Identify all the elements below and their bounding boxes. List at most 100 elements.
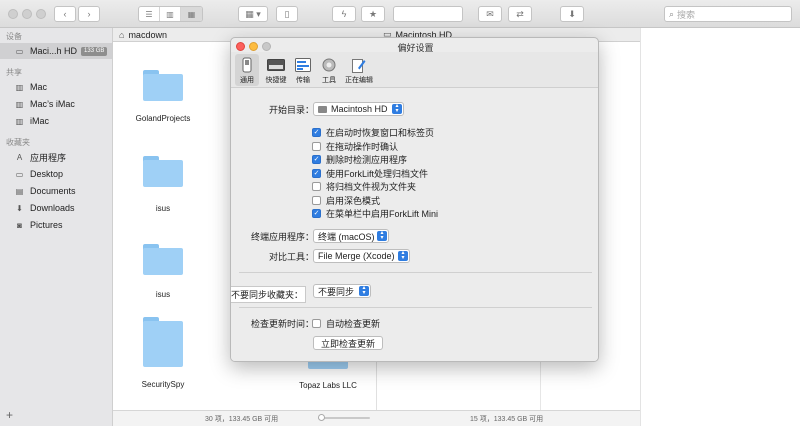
checkbox[interactable]: ✓ (312, 168, 321, 178)
sidebar-item-macs-imac[interactable]: ▥ Mac’s iMac (0, 96, 112, 112)
forward-button[interactable]: › (78, 6, 100, 22)
quick-action-button[interactable]: ϟ (332, 6, 356, 22)
slider-knob[interactable] (318, 414, 325, 421)
checkbox[interactable]: ✓ (312, 208, 321, 218)
sidebar-item-desktop[interactable]: ▭ Desktop (0, 166, 112, 182)
checkbox[interactable] (312, 141, 321, 151)
chevron-up-down-icon: ▴ ▾ (398, 250, 408, 261)
checkbox[interactable]: ✓ (312, 154, 321, 164)
folder-label[interactable]: SecuritySpy (118, 380, 208, 389)
computer-icon: ▥ (15, 82, 24, 92)
compare-tool-select[interactable]: File Merge (Xcode) ▴ ▾ (313, 249, 410, 263)
option-detect-apps[interactable]: ✓ 删除时检测应用程序 (312, 153, 407, 165)
search-input[interactable]: ⌕ 搜索 (664, 6, 792, 22)
zoom-window-button[interactable] (36, 9, 46, 19)
documents-icon: ▤ (15, 186, 24, 196)
sidebar-item-imac[interactable]: ▥ iMac (0, 113, 112, 129)
message-icon: ✉ (486, 8, 494, 19)
sidebar-section-devices: 设备 (6, 32, 22, 41)
option-archives-as-folders[interactable]: 将归档文件视为文件夹 (312, 180, 416, 192)
option-label: 在拖动操作时确认 (326, 141, 399, 152)
sidebar-section-favorites: 收藏夹 (6, 138, 30, 147)
option-label: 自动检查更新 (326, 318, 381, 329)
option-handle-archives[interactable]: ✓ 使用ForkLift处理归档文件 (312, 167, 428, 179)
folder-label[interactable]: isus (118, 204, 208, 213)
sync-button[interactable]: ⇄ (508, 6, 532, 22)
grid-dropdown-icon: ▦ ▾ (245, 8, 261, 19)
folder-icon[interactable] (143, 70, 183, 101)
gear-icon (320, 56, 338, 74)
folder-icon[interactable] (143, 156, 183, 187)
sidebar-item-label: iMac (30, 116, 50, 126)
option-confirm-drag[interactable]: 在拖动操作时确认 (312, 140, 398, 152)
list-view-icon[interactable]: ☰ (139, 7, 160, 21)
folder-label[interactable]: Topaz Labs LLC (283, 381, 373, 390)
checkbox[interactable]: ✓ (312, 127, 321, 137)
separator (239, 307, 592, 308)
chevron-left-icon: ‹ (63, 9, 67, 19)
sidebar-item-applications[interactable]: A 应用程序 (0, 149, 112, 165)
option-restore-windows[interactable]: ✓ 在启动时恢复窗口和标签页 (312, 126, 434, 138)
tab-tools[interactable]: 工具 (317, 54, 341, 86)
back-button[interactable]: ‹ (54, 6, 76, 22)
option-auto-update[interactable]: 自动检查更新 (312, 317, 380, 329)
sidebar-item-documents[interactable]: ▤ Documents (0, 183, 112, 199)
tab-label: 通用 (240, 77, 254, 84)
sync-select[interactable]: 不要同步 ▴ ▾ (313, 284, 371, 298)
switch-icon (238, 56, 256, 74)
folder-label[interactable]: isus (118, 290, 208, 299)
preferences-dialog: 偏好设置 通用 快捷键 传输 工具 正在编辑 开始目录： Macintosh H… (230, 37, 599, 362)
computer-icon: ▥ (15, 116, 24, 126)
new-file-button[interactable]: ▯ (276, 6, 298, 22)
tab-shortcuts[interactable]: 快捷键 (261, 54, 291, 86)
star-icon: ★ (368, 8, 378, 19)
option-dark-mode[interactable]: 启用深色模式 (312, 194, 380, 206)
minimize-window-button[interactable] (22, 9, 32, 19)
folder-icon[interactable] (143, 317, 183, 367)
close-window-button[interactable] (8, 9, 18, 19)
download-button[interactable]: ⬇ (560, 6, 584, 22)
sidebar-item-label: 应用程序 (30, 152, 67, 163)
tab-editing[interactable]: 正在编辑 (343, 54, 375, 86)
sync-value: 不要同步 (318, 286, 355, 297)
favorite-button[interactable]: ★ (361, 6, 385, 22)
chevron-up-down-icon: ▴ ▾ (392, 103, 402, 114)
sidebar-item-pictures[interactable]: ◙ Pictures (0, 217, 112, 233)
download-icon: ⬇ (568, 8, 576, 19)
start-dir-select[interactable]: Macintosh HD ▴ ▾ (313, 102, 404, 116)
check-updates-button[interactable]: 立即检查更新 (313, 336, 383, 350)
column-view-icon[interactable]: ▥ (160, 7, 181, 21)
tab-transfer[interactable]: 传输 (291, 54, 315, 86)
icon-size-slider[interactable] (318, 414, 370, 421)
group-by-button[interactable]: ▦ ▾ (238, 6, 268, 22)
tab-label: 快捷键 (265, 77, 287, 84)
folder-label[interactable]: GolandProjects (118, 114, 208, 123)
sidebar-item-downloads[interactable]: ⬇ Downloads (0, 200, 112, 216)
option-label: 在菜单栏中启用ForkLift Mini (326, 208, 439, 219)
tab-label: 正在编辑 (345, 77, 373, 84)
tab-general[interactable]: 通用 (235, 54, 259, 86)
checkbox[interactable] (312, 195, 321, 205)
document-icon: ▯ (284, 8, 290, 19)
sidebar: 设备 ▭ Maci...h HD 133 GB 共享 ▥ Mac ▥ Mac’s… (0, 28, 113, 426)
option-menubar-mini[interactable]: ✓ 在菜单栏中启用ForkLift Mini (312, 207, 438, 219)
chevron-right-icon: › (87, 9, 91, 19)
folder-icon[interactable] (143, 244, 183, 275)
disk-icon (318, 105, 327, 113)
preferences-tabs: 通用 快捷键 传输 工具 正在编辑 (231, 52, 598, 88)
icon-view-icon[interactable]: ▦ (181, 7, 202, 21)
terminal-select[interactable]: 终端 (macOS) ▴ ▾ (313, 229, 389, 243)
separator (239, 272, 592, 273)
message-button[interactable]: ✉ (478, 6, 502, 22)
sidebar-item-macintosh-hd[interactable]: ▭ Maci...h HD 133 GB (0, 43, 112, 59)
sidebar-item-label: Pictures (30, 220, 63, 230)
checkbox[interactable] (312, 181, 321, 191)
transfer-icon (294, 56, 312, 74)
checkbox[interactable] (312, 318, 321, 328)
sidebar-item-mac[interactable]: ▥ Mac (0, 79, 112, 95)
add-favorite-button[interactable]: + (6, 408, 13, 422)
preview-area (640, 28, 800, 426)
downloads-icon: ⬇ (16, 203, 23, 213)
home-icon: ⌂ (119, 29, 125, 40)
toolbar-blank-button[interactable] (393, 6, 463, 22)
